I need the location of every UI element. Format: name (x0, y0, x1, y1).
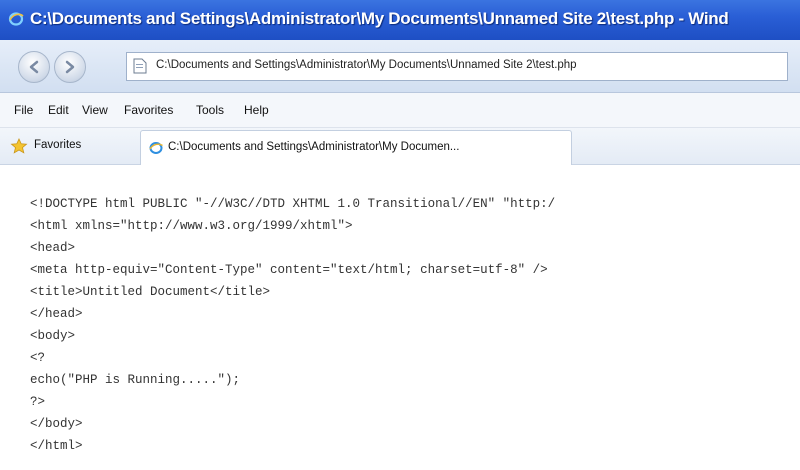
code-line: <html xmlns="http://www.w3.org/1999/xhtm… (30, 219, 353, 233)
page-icon (133, 58, 147, 74)
code-line: ?> (30, 395, 46, 409)
back-arrow-icon (29, 60, 39, 74)
tab-title: C:\Documents and Settings\Administrator\… (168, 141, 460, 153)
forward-arrow-icon (65, 60, 75, 74)
code-line: <? (30, 351, 46, 365)
code-line: </body> (30, 417, 83, 431)
navigation-bar: C:\Documents and Settings\Administrator\… (0, 40, 800, 93)
ie-tab-icon (149, 142, 163, 154)
page-content: <!DOCTYPE html PUBLIC "-//W3C//DTD XHTML… (0, 165, 800, 470)
menu-bar: File Edit View Favorites Tools Help (0, 93, 800, 128)
window-title: C:\Documents and Settings\Administrator\… (30, 9, 729, 28)
menu-help[interactable]: Help (244, 103, 269, 117)
menu-view[interactable]: View (82, 103, 108, 117)
code-line: <head> (30, 241, 76, 255)
code-line: </html> (30, 439, 83, 453)
back-button[interactable] (18, 51, 50, 83)
address-url[interactable]: C:\Documents and Settings\Administrator\… (156, 59, 781, 71)
menu-edit[interactable]: Edit (48, 103, 69, 117)
star-icon (10, 138, 28, 154)
address-bar[interactable]: C:\Documents and Settings\Administrator\… (126, 52, 788, 81)
favorites-button[interactable]: Favorites (34, 139, 81, 151)
code-line: <meta http-equiv="Content-Type" content=… (30, 263, 548, 277)
menu-file[interactable]: File (14, 103, 33, 117)
code-line: <title>Untitled Document</title> (30, 285, 271, 299)
code-line: <!DOCTYPE html PUBLIC "-//W3C//DTD XHTML… (30, 197, 556, 211)
ie-logo-icon (8, 12, 24, 26)
code-line: </head> (30, 307, 83, 321)
code-line: echo("PHP is Running....."); (30, 373, 241, 387)
menu-favorites[interactable]: Favorites (124, 103, 173, 117)
forward-button[interactable] (54, 51, 86, 83)
window-title-bar[interactable]: C:\Documents and Settings\Administrator\… (0, 0, 800, 40)
tab-current[interactable]: C:\Documents and Settings\Administrator\… (140, 130, 572, 165)
code-line: <body> (30, 329, 76, 343)
menu-tools[interactable]: Tools (196, 103, 224, 117)
favorites-bar: Favorites C:\Documents and Settings\Admi… (0, 128, 800, 165)
